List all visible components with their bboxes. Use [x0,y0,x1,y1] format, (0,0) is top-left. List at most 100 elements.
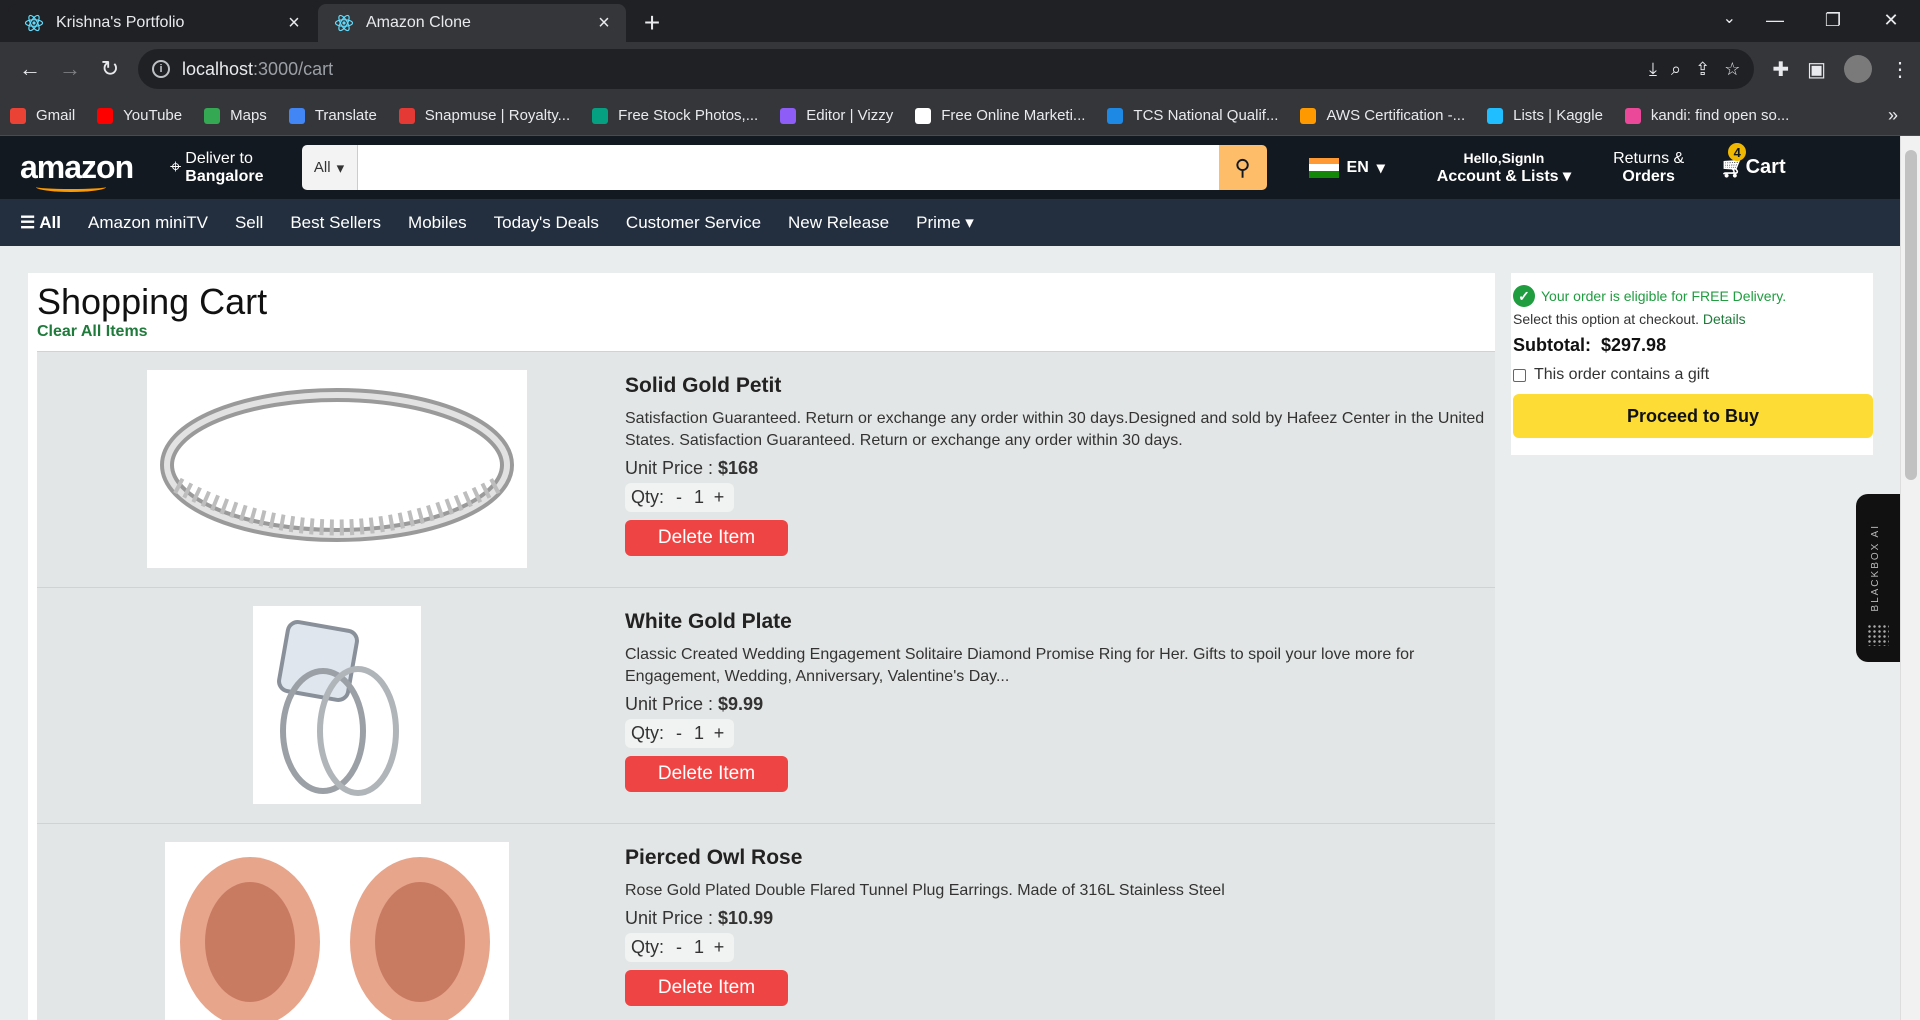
delete-item-button[interactable]: Delete Item [625,756,788,792]
chevron-down-icon[interactable]: ⌄ [1723,8,1736,28]
bookmark-favicon-icon [1624,107,1641,124]
info-icon[interactable]: i [152,60,170,78]
bookmark-item[interactable]: Editor | Vizzy [780,107,893,124]
new-tab-plus-icon[interactable]: + [636,7,668,39]
account-lists[interactable]: Hello,SignIn Account & Lists ▾ [1437,150,1571,186]
forward-arrow-icon[interactable]: → [50,49,90,89]
unit-price: Unit Price : $168 [625,458,759,478]
decrement-button[interactable]: - [670,487,688,508]
restore-icon[interactable]: ❐ [1804,0,1862,40]
tab-amazon-clone[interactable]: Amazon Clone × [318,4,626,42]
bookmark-item[interactable]: Snapmuse | Royalty... [398,107,570,124]
decrement-button[interactable]: - [670,723,688,744]
subnav-customer-service[interactable]: Customer Service [626,213,761,233]
account-greeting: Hello,SignIn [1463,149,1545,166]
bookmark-favicon-icon [288,107,305,124]
delete-item-button[interactable]: Delete Item [625,520,788,556]
earrings-product-image [165,842,509,1020]
details-link[interactable]: Details [1703,311,1746,327]
bookmark-item[interactable]: Free Stock Photos,... [592,107,758,124]
cart-item: White Gold Plate Classic Created Wedding… [37,587,1495,823]
all-menu-button[interactable]: ☰ All [20,213,61,233]
bookmark-item[interactable]: Lists | Kaggle [1487,107,1603,124]
bookmark-item[interactable]: kandi: find open so... [1624,107,1789,124]
url-path: :3000/cart [253,58,334,79]
gift-checkbox[interactable]: This order contains a gift [1513,366,1871,384]
bookmark-item[interactable]: Free Online Marketi... [915,107,1085,124]
amazon-header: amazon ⌖ Deliver to Bangalore All ▾ ⚲ EN … [0,136,1920,199]
language-code: EN [1346,158,1369,176]
item-description: Satisfaction Guaranteed. Return or excha… [625,410,1485,449]
side-panel-icon[interactable]: ▣ [1807,57,1826,82]
cart-items-list: Solid Gold Petit Satisfaction Guaranteed… [37,351,1495,1020]
quantity-stepper: Qty: - 1 + [625,719,735,748]
share-icon[interactable]: ⇪ [1695,59,1710,80]
search-category-select[interactable]: All ▾ [301,145,358,190]
bookmark-item[interactable]: Maps [204,107,267,124]
bookmark-item[interactable]: TCS National Qualif... [1107,107,1278,124]
browser-toolbar: ← → ↻ i localhost:3000/cart ⤓ ⌕ ⇪ ☆ ✚ ▣ … [0,42,1920,96]
bookmark-label: Gmail [36,107,76,124]
blackbox-ai-extension[interactable]: BLACKBOX AI [1856,494,1900,662]
window-close-icon[interactable]: ✕ [1862,0,1920,40]
item-info: Solid Gold Petit Satisfaction Guaranteed… [625,374,1485,556]
account-label: Account & Lists ▾ [1436,167,1572,185]
search-icon[interactable]: ⚲ [1218,145,1267,190]
tab-krishnas-portfolio[interactable]: Krishna's Portfolio × [8,4,316,42]
decrement-button[interactable]: - [670,937,688,958]
install-icon[interactable]: ⤓ [1649,59,1657,80]
minimize-icon[interactable]: — [1746,0,1804,40]
amazon-logo[interactable]: amazon [20,149,140,192]
bookmark-item[interactable]: AWS Certification -... [1300,107,1465,124]
zoom-icon[interactable]: ⌕ [1671,59,1681,80]
page-scrollbar[interactable] [1900,136,1920,1020]
address-bar[interactable]: i localhost:3000/cart ⤓ ⌕ ⇪ ☆ [138,49,1755,89]
bookmark-item[interactable]: Translate [288,107,377,124]
amazon-subnav: ☰ All Amazon miniTV Sell Best Sellers Mob… [0,199,1920,246]
proceed-to-buy-button[interactable]: Proceed to Buy [1513,394,1873,438]
close-icon[interactable]: × [594,12,614,34]
returns-orders[interactable]: Returns & Orders [1613,150,1684,186]
subnav-mobiles[interactable]: Mobiles [408,213,467,233]
free-delivery-notice: ✓ Your order is eligible for FREE Delive… [1513,285,1871,307]
close-icon[interactable]: × [284,12,304,34]
bookmarks-overflow-icon[interactable]: » [1888,105,1898,126]
bookmark-label: YouTube [123,107,183,124]
checkbox-icon[interactable] [1513,368,1526,382]
increment-button[interactable]: + [710,487,728,508]
bookmark-label: Lists | Kaggle [1513,107,1603,124]
subnav-sell[interactable]: Sell [235,213,263,233]
cart-button[interactable]: 🛒︎ 4 Cart [1720,143,1786,180]
search-input[interactable] [357,145,1219,190]
qty-label: Qty: [631,487,665,507]
subnav-todays-deals[interactable]: Today's Deals [494,213,599,233]
item-name: Solid Gold Petit [625,374,782,397]
extensions-puzzle-icon[interactable]: ✚ [1772,57,1789,82]
deliver-line2: Bangalore [185,167,264,185]
scrollbar-thumb[interactable] [1905,150,1917,480]
tab-title: Krishna's Portfolio [56,14,185,31]
back-arrow-icon[interactable]: ← [10,49,50,89]
subnav-best-sellers[interactable]: Best Sellers [290,213,381,233]
bookmark-item[interactable]: YouTube [97,107,182,124]
qty-value: 1 [694,487,705,507]
delete-item-button[interactable]: Delete Item [625,970,788,1006]
profile-avatar[interactable] [1844,55,1872,83]
hamburger-icon: ☰ [20,212,36,232]
clear-all-items-link[interactable]: Clear All Items [28,323,1495,341]
star-icon[interactable]: ☆ [1724,59,1740,80]
increment-button[interactable]: + [710,723,728,744]
language-select[interactable]: EN ▾ [1308,157,1385,178]
bookmark-favicon-icon [592,107,609,124]
kebab-menu-icon[interactable]: ⋮ [1890,57,1910,82]
subnav-amazon-minitv[interactable]: Amazon miniTV [88,213,208,233]
ring-product-image [147,370,527,568]
reload-icon[interactable]: ↻ [90,49,130,89]
subnav-prime[interactable]: Prime ▾ [916,213,974,233]
item-description: Rose Gold Plated Double Flared Tunnel Pl… [625,882,1225,899]
bookmark-item[interactable]: Gmail [10,107,75,124]
check-circle-icon: ✓ [1513,285,1535,307]
subnav-new-release[interactable]: New Release [788,213,889,233]
deliver-to[interactable]: ⌖ Deliver to Bangalore [170,150,264,186]
increment-button[interactable]: + [710,937,728,958]
